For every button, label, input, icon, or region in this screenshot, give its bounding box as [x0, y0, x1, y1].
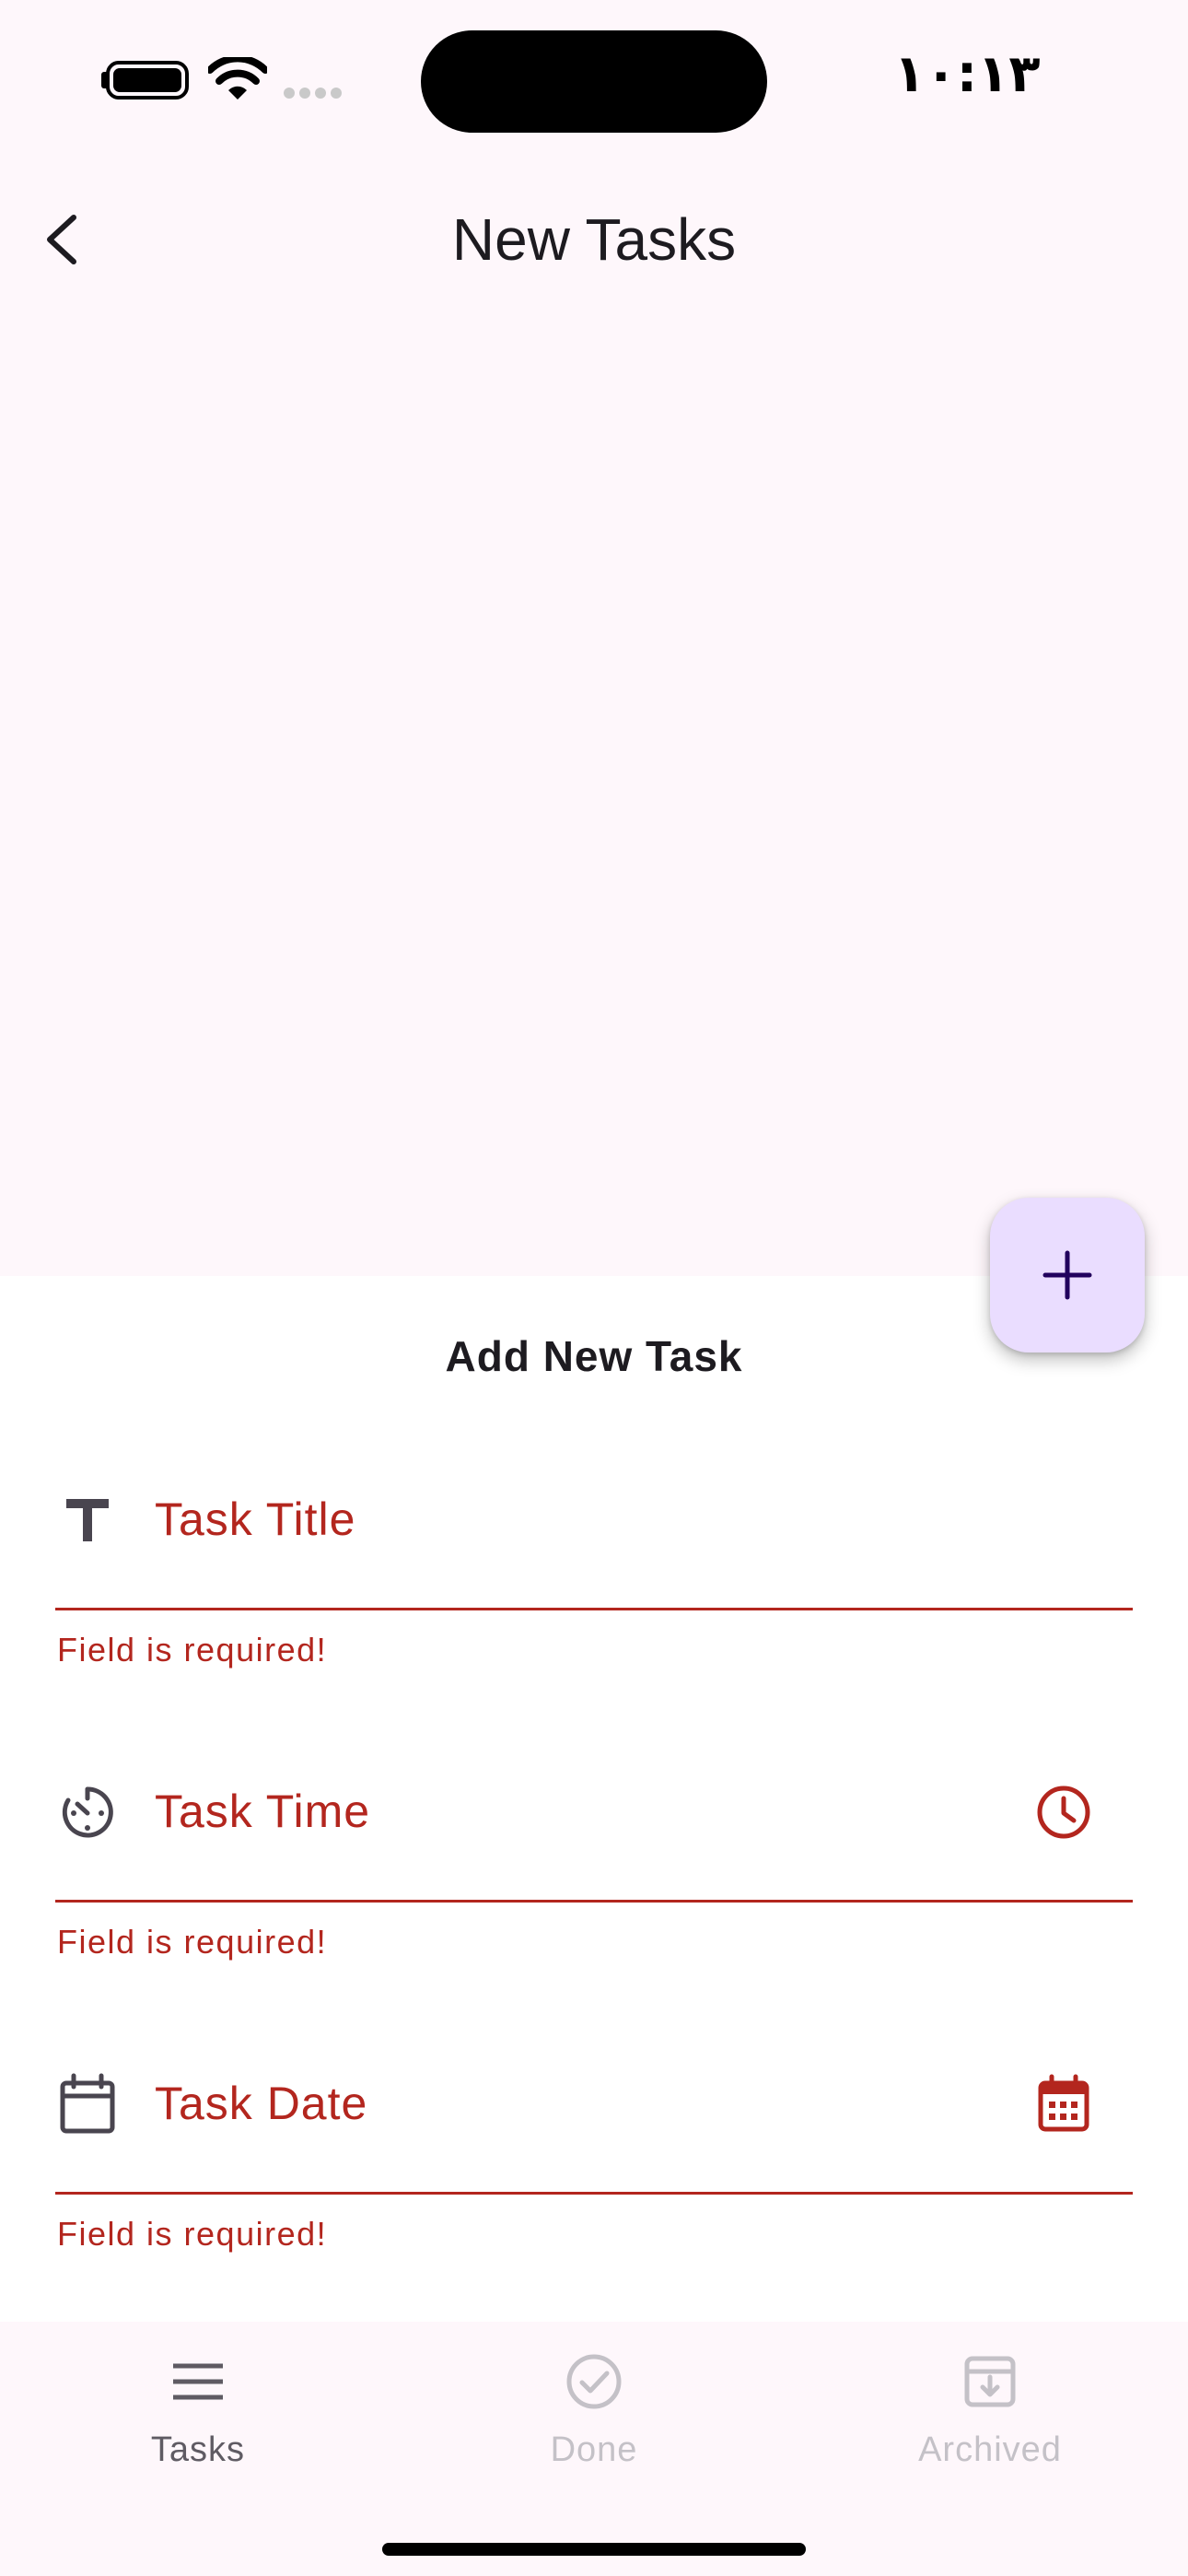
- add-task-sheet: Add New Task Task Title Field is require…: [0, 1276, 1188, 2322]
- text-t-icon: [66, 1499, 109, 1541]
- status-time: ١٠:١٣: [893, 44, 1041, 104]
- nav-item-done[interactable]: Done: [456, 2349, 732, 2515]
- page-title: New Tasks: [451, 206, 737, 273]
- task-time-error: Field is required!: [57, 1923, 328, 1961]
- nav-label-done: Done: [550, 2430, 638, 2469]
- cellular-signal-icon: [284, 87, 346, 103]
- check-circle-icon: [566, 2354, 622, 2409]
- bottom-navigation: Tasks Done Archived: [0, 2322, 1188, 2576]
- field-underline: [55, 2192, 1133, 2195]
- home-indicator: [382, 2543, 806, 2556]
- calendar-outline-icon: [60, 2073, 115, 2134]
- battery-icon: [106, 61, 189, 100]
- calendar-filled-icon[interactable]: [1031, 2072, 1096, 2137]
- plus-icon: [1042, 1250, 1092, 1300]
- clock-icon[interactable]: [1031, 1780, 1096, 1844]
- app-bar: New Tasks: [0, 175, 1188, 304]
- add-task-fab[interactable]: [990, 1198, 1145, 1352]
- nav-item-archived[interactable]: Archived: [852, 2349, 1128, 2515]
- task-time-label: Task Time: [155, 1786, 371, 1837]
- status-bar: ١٠:١٣: [0, 0, 1188, 157]
- dynamic-island: [421, 30, 767, 133]
- archive-icon: [964, 2356, 1016, 2407]
- nav-label-tasks: Tasks: [150, 2430, 246, 2469]
- field-underline: [55, 1900, 1133, 1903]
- task-title-label: Task Title: [155, 1493, 356, 1545]
- field-underline: [55, 1608, 1133, 1610]
- nav-item-tasks[interactable]: Tasks: [60, 2349, 336, 2515]
- nav-label-archived: Archived: [918, 2430, 1062, 2469]
- task-title-field[interactable]: Task Title Field is required!: [55, 1451, 1133, 1669]
- task-date-field[interactable]: Task Date Field is required!: [55, 2035, 1133, 2253]
- task-date-label: Task Date: [155, 2078, 368, 2129]
- task-title-error: Field is required!: [57, 1631, 328, 1669]
- task-time-field[interactable]: Task Time Field is required!: [55, 1743, 1133, 1961]
- wifi-icon: [208, 57, 267, 100]
- timer-icon: [62, 1786, 113, 1838]
- menu-icon: [173, 2363, 223, 2400]
- task-date-error: Field is required!: [57, 2215, 328, 2253]
